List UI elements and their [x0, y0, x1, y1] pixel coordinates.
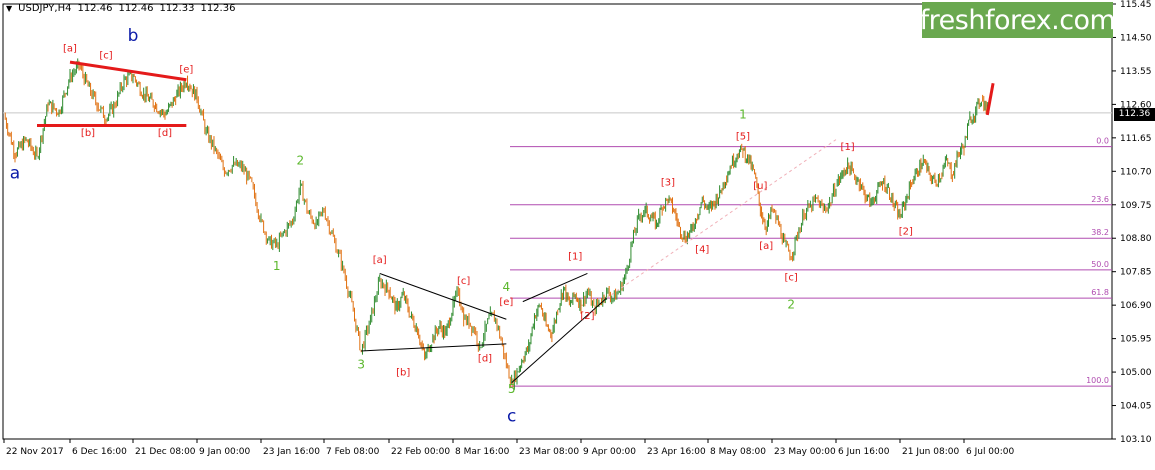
wave-label: 1 — [739, 107, 747, 121]
symbol-label: USDJPY,H4 — [18, 3, 72, 14]
close-value: 112.36 — [200, 3, 236, 14]
x-tick-label: 23 Apr 16:00 — [647, 447, 706, 457]
x-tick-label: 23 Mar 08:00 — [519, 447, 579, 457]
wave-label: [2] — [580, 311, 594, 322]
chart-header: ▼ USDJPY,H4 112.46 112.46 112.33 112.36 — [6, 3, 235, 14]
chart-area: 115.45 114.50 113.55 112.60 111.65 110.70 109.… — [0, 0, 1155, 466]
y-tick-label: 109.75 — [1120, 201, 1152, 211]
wave-label: [1] — [568, 251, 582, 262]
x-tick-label: 21 Jun 08:00 — [902, 447, 959, 457]
fib-level-label: 50.0 — [1091, 260, 1109, 269]
wave-label: [5] — [736, 132, 750, 143]
y-tick-label: 111.65 — [1120, 134, 1152, 144]
wave-label: 3 — [357, 358, 365, 372]
wave-label: [3] — [661, 177, 675, 188]
wave-label: [d] — [478, 354, 492, 365]
high-value: 112.46 — [118, 3, 154, 14]
fib-level-label: 61.8 — [1091, 288, 1109, 297]
x-tick-label: 9 Apr 00:00 — [583, 447, 636, 457]
x-tick-label: 6 Jul 00:00 — [966, 447, 1015, 457]
plot-frame — [2, 3, 1113, 440]
y-tick-label: 106.90 — [1120, 301, 1152, 311]
x-tick-label: 9 Jan 00:00 — [199, 447, 251, 457]
fib-level-label: 23.6 — [1091, 195, 1109, 204]
wave-label: a — [10, 163, 20, 183]
wave-label: c — [507, 406, 516, 426]
wave-label: 1 — [273, 259, 281, 273]
wave-label: [2] — [899, 227, 913, 238]
wave-label: b — [128, 26, 139, 46]
fib-level-label: 0.0 — [1096, 137, 1109, 146]
wave-label: [4] — [695, 244, 709, 255]
x-tick-label: 22 Feb 00:00 — [391, 447, 450, 457]
x-tick-label: 8 Mar 16:00 — [455, 447, 510, 457]
x-tick-label: 23 Jan 16:00 — [263, 447, 320, 457]
y-tick-label: 115.45 — [1120, 0, 1152, 10]
fib-level-label: 100.0 — [1086, 376, 1109, 385]
collapse-triangle-icon[interactable]: ▼ — [6, 4, 12, 13]
current-price-tag: 112.36 — [1114, 108, 1155, 121]
wave-label: [c] — [785, 272, 798, 283]
wave-label: 4 — [503, 280, 511, 294]
wave-label: 2 — [787, 298, 795, 312]
x-tick-label: 7 Feb 08:00 — [326, 447, 380, 457]
wave-label: [u] — [753, 181, 767, 192]
x-tick-label: 22 Nov 2017 — [6, 447, 64, 457]
y-tick-label: 113.55 — [1120, 67, 1152, 77]
y-tick-label: 104.05 — [1120, 402, 1152, 412]
wave-label: 5 — [508, 382, 516, 396]
low-value: 112.33 — [159, 3, 195, 14]
y-tick-label: 114.50 — [1120, 33, 1152, 43]
x-tick-label: 23 May 00:00 — [774, 447, 836, 457]
wave-label: [e] — [179, 65, 193, 76]
x-tick-label: 8 May 08:00 — [710, 447, 766, 457]
y-tick-label: 103.10 — [1120, 435, 1152, 445]
price-chart: 115.45114.50113.55112.60111.65110.70109.… — [2, 0, 1152, 457]
wave-label: [c] — [457, 276, 470, 287]
y-tick-label: 110.70 — [1120, 167, 1152, 177]
fib-level-label: 38.2 — [1091, 228, 1109, 237]
wave-label: [a] — [759, 241, 773, 252]
wave-label: [1] — [841, 142, 855, 153]
y-tick-label: 105.00 — [1120, 368, 1152, 378]
x-tick-label: 6 Jun 16:00 — [838, 447, 890, 457]
wave-label: 2 — [297, 153, 305, 167]
x-tick-label: 6 Dec 16:00 — [72, 447, 127, 457]
wave-label: [b] — [81, 128, 95, 139]
open-value: 112.46 — [77, 3, 113, 14]
x-tick-label: 21 Dec 08:00 — [135, 447, 196, 457]
y-tick-label: 107.85 — [1120, 268, 1152, 278]
wave-label: [e] — [499, 297, 513, 308]
wave-label: [b] — [396, 368, 410, 379]
wave-label: [a] — [373, 255, 387, 266]
y-tick-label: 105.95 — [1120, 335, 1152, 345]
y-tick-label: 108.80 — [1120, 234, 1152, 244]
freshforex-logo: freshforex.com — [920, 2, 1116, 38]
wave-label: [d] — [158, 128, 172, 139]
wave-label: [a] — [63, 44, 77, 55]
wave-label: [c] — [99, 51, 112, 62]
